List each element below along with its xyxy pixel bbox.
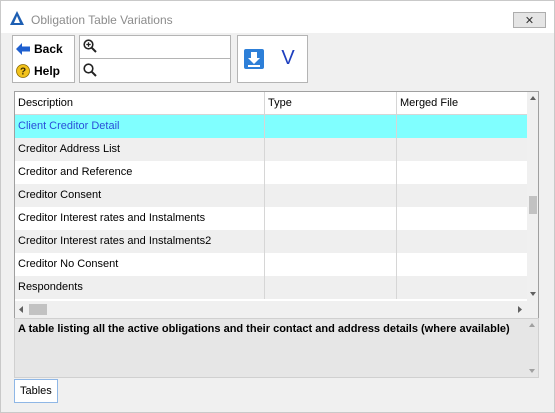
horizontal-scroll-thumb [29,304,47,315]
scroll-down-arrow-icon [529,369,535,373]
search-group [79,35,231,83]
client-area: Back ? Help V Description Type Merged Fi… [9,33,548,407]
description-text: A table listing all the active obligatio… [18,323,510,335]
app-window: Obligation Table Variations ✕ Back ? Hel… [0,0,555,413]
table-row[interactable]: Creditor Interest rates and Instalments [15,207,527,230]
cell-description: Creditor Interest rates and Instalments2 [15,230,265,253]
svg-text:?: ? [20,67,26,78]
table-row[interactable]: Creditor and Reference [15,161,527,184]
back-label: Back [34,42,63,56]
table-row[interactable]: Creditor No Consent [15,253,527,276]
download-icon [243,49,265,73]
cell-merged-file [397,161,527,184]
cell-merged-file [397,230,527,253]
back-button[interactable]: Back [16,39,76,59]
cell-description: Creditor No Consent [15,253,265,276]
zoom-in-field[interactable] [80,36,230,59]
confirm-button[interactable]: V [276,46,300,70]
help-button[interactable]: ? Help [16,61,76,81]
cell-type [265,276,397,299]
cell-description: Client Creditor Detail [15,115,265,138]
cell-merged-file [397,253,527,276]
help-icon: ? [16,64,30,78]
scroll-left-arrow-icon [19,306,23,313]
action-group: V [237,35,308,83]
search-icon [83,63,97,80]
close-button[interactable]: ✕ [513,12,546,28]
tables-grid: Description Type Merged File Client Cred… [14,91,539,319]
cell-merged-file [397,207,527,230]
back-arrow-icon [16,42,30,56]
table-row[interactable]: Creditor Consent [15,184,527,207]
table-row[interactable]: Respondents [15,276,527,299]
cell-type [265,253,397,276]
cell-description: Creditor Address List [15,138,265,161]
scroll-up-arrow-icon [529,323,535,327]
vertical-scroll-thumb [529,196,537,214]
grid-vertical-scrollbar[interactable] [527,92,538,301]
cell-merged-file [397,276,527,299]
grid-header: Description Type Merged File [15,92,527,115]
cell-type [265,161,397,184]
cell-merged-file [397,184,527,207]
cell-description: Creditor Consent [15,184,265,207]
cell-merged-file [397,115,527,138]
search-field[interactable] [80,60,230,83]
scrollbar-corner [527,301,538,318]
zoom-in-icon [83,38,97,56]
description-scrollbar[interactable] [526,319,538,377]
column-header-description[interactable]: Description [15,92,265,115]
table-row[interactable]: Creditor Interest rates and Instalments2 [15,230,527,253]
cell-merged-file [397,138,527,161]
cell-description: Creditor and Reference [15,161,265,184]
cell-description: Creditor Interest rates and Instalments [15,207,265,230]
grid-horizontal-scrollbar[interactable] [15,301,527,318]
table-row[interactable]: Creditor Address List [15,138,527,161]
table-row[interactable]: Client Creditor Detail [15,115,527,138]
cell-description: Respondents [15,276,265,299]
grid-rows: Client Creditor Detail Creditor Address … [15,115,527,299]
title-bar: Obligation Table Variations ✕ [1,1,554,33]
cell-type [265,115,397,138]
download-button[interactable] [243,48,265,70]
cell-type [265,207,397,230]
close-icon: ✕ [524,14,535,27]
help-label: Help [34,64,61,78]
scroll-right-arrow-icon [518,306,522,313]
navigation-group: Back ? Help [12,35,75,83]
confirm-check-icon: V [281,47,295,69]
tab-tables[interactable]: Tables [14,379,58,403]
cell-type [265,230,397,253]
cell-type [265,184,397,207]
scroll-down-arrow-icon [530,292,536,296]
column-header-type[interactable]: Type [265,92,397,115]
window-title: Obligation Table Variations [31,13,173,27]
cell-type [265,138,397,161]
scroll-up-arrow-icon [530,96,536,100]
column-header-merged-file[interactable]: Merged File [397,92,527,115]
description-panel: A table listing all the active obligatio… [14,318,539,378]
app-logo-icon [10,11,24,25]
tab-strip: Tables [14,379,539,403]
